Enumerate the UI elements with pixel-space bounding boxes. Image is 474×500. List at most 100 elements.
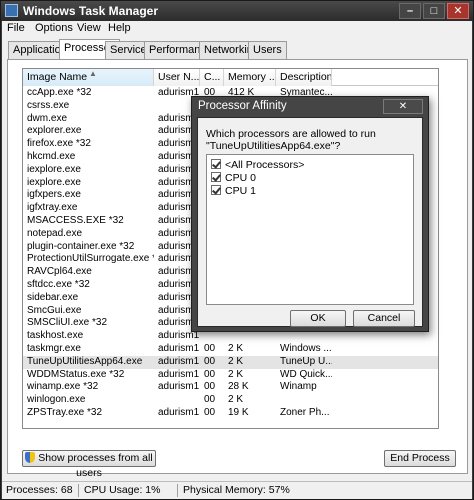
checkbox-checked-icon (211, 159, 221, 169)
process-cpu: 00 (204, 343, 216, 354)
column-image-name[interactable]: Image Name ▲ (23, 69, 154, 86)
uac-shield-icon (25, 452, 36, 463)
checkbox-checked-icon (211, 185, 221, 195)
process-image-name: igfxpers.exe (27, 189, 81, 201)
minimize-button[interactable]: – (399, 3, 421, 19)
process-image-name: SmcGui.exe (27, 304, 82, 316)
process-image-name: iexplore.exe (27, 163, 81, 175)
process-image-name: TuneUpUtilitiesApp64.exe (27, 355, 143, 367)
process-memory: 2 K (228, 355, 244, 367)
process-image-name: igfxtray.exe (27, 202, 78, 214)
process-image-name: explorer.exe (27, 125, 82, 137)
menu-bar: File Options View Help (2, 21, 472, 36)
process-image-name: RAVCpl64.exe (27, 266, 92, 278)
table-row[interactable]: winlogon.exe 00 2 K (23, 394, 438, 407)
task-manager-icon (5, 4, 18, 17)
dialog-title: Processor Affinity (198, 100, 287, 112)
column-memory[interactable]: Memory ... (224, 69, 276, 86)
process-cpu: 00 (204, 407, 216, 418)
checkbox-label: CPU 1 (225, 185, 256, 197)
show-all-processes-button[interactable]: Show processes from all users (22, 450, 156, 479)
status-bar: Processes: 68 CPU Usage: 1% Physical Mem… (2, 481, 472, 499)
process-image-name: csrss.exe (27, 99, 70, 111)
process-image-name: MSACCESS.EXE *32 (27, 215, 124, 226)
checkbox-label: <All Processors> (225, 159, 305, 171)
process-image-name: ccApp.exe *32 (27, 87, 92, 98)
process-image-name: dwm.exe (27, 112, 68, 124)
process-user-name: adurism1 (158, 343, 200, 354)
process-description: Winamp (280, 381, 317, 393)
process-image-name: taskhost.exe (27, 330, 84, 342)
column-user-name[interactable]: User N... (154, 69, 200, 86)
dialog-prompt: Which processors are allowed to run "Tun… (206, 128, 376, 152)
column-description[interactable]: Description (276, 69, 332, 86)
checkbox-checked-icon (211, 172, 221, 182)
checkbox-cpu-0[interactable]: CPU 0 (211, 172, 256, 184)
table-row[interactable]: taskmgr.exe adurism1 00 2 K Windows ... (23, 343, 438, 356)
process-user-name: adurism1 (158, 381, 200, 393)
processor-affinity-dialog: Processor Affinity ✕ Which processors ar… (191, 96, 429, 332)
checkbox-cpu-1[interactable]: CPU 1 (211, 185, 256, 197)
process-image-name: winamp.exe *32 (27, 381, 99, 393)
window-title: Windows Task Manager (23, 4, 159, 18)
status-cpu-usage: CPU Usage: 1% (84, 484, 161, 496)
sort-ascending-icon: ▲ (89, 69, 97, 78)
menu-view[interactable]: View (77, 22, 101, 34)
process-image-name: ZPSTray.exe *32 (27, 407, 103, 418)
process-image-name: sftdcc.exe *32 (27, 279, 90, 290)
status-separator (78, 484, 79, 497)
process-user-name: adurism1 (158, 355, 200, 367)
process-image-name: plugin-container.exe *32 (27, 240, 135, 252)
process-image-name: firefox.exe *32 (27, 138, 91, 150)
process-description: Windows ... (280, 343, 332, 354)
title-bar[interactable]: Windows Task Manager – □ ✕ (1, 1, 473, 21)
processor-checkbox-list: <All Processors> CPU 0 CPU 1 (206, 154, 414, 305)
table-row[interactable]: winamp.exe *32 adurism1 00 28 K Winamp (23, 381, 438, 394)
column-cpu[interactable]: C... (200, 69, 224, 86)
menu-file[interactable]: File (7, 22, 25, 34)
table-row[interactable]: WDDMStatus.exe *32 adurism1 00 2 K WD Quick.… (23, 369, 438, 382)
process-memory: 19 K (228, 407, 249, 418)
process-image-name: sidebar.exe (27, 291, 79, 303)
close-button[interactable]: ✕ (447, 3, 469, 19)
menu-options[interactable]: Options (35, 22, 73, 34)
status-separator (177, 484, 178, 497)
table-row[interactable]: TuneUpUtilitiesApp64.exe adurism1 00 2 K Tun… (23, 355, 438, 369)
process-description (276, 330, 332, 343)
menu-help[interactable]: Help (108, 22, 131, 34)
task-manager-window: Windows Task Manager – □ ✕ File Options … (0, 0, 474, 500)
process-cpu: 00 (204, 381, 216, 393)
status-physical-memory: Physical Memory: 57% (183, 484, 290, 496)
table-row[interactable]: ZPSTray.exe *32 adurism1 00 19 K Zoner Ph... (23, 407, 438, 420)
process-image-name: SMSCliUI.exe *32 (27, 317, 108, 329)
dialog-close-button[interactable]: ✕ (383, 99, 423, 114)
end-process-button[interactable]: End Process (384, 450, 456, 467)
ok-button[interactable]: OK (290, 310, 346, 327)
process-image-name: winlogon.exe (27, 394, 86, 406)
process-cpu: 00 (204, 394, 216, 406)
cancel-button[interactable]: Cancel (353, 310, 415, 327)
process-user-name (154, 394, 200, 407)
process-image-name: WDDMStatus.exe *32 (27, 368, 125, 380)
table-row[interactable]: taskhost.exe adurism1 (23, 330, 438, 343)
process-memory: 2 K (228, 368, 244, 380)
maximize-button[interactable]: □ (423, 3, 445, 19)
process-image-name: hkcmd.exe (27, 151, 76, 162)
checkbox-all-processors[interactable]: <All Processors> (211, 159, 304, 171)
process-memory: 28 K (228, 381, 249, 393)
process-cpu: 00 (204, 368, 216, 380)
process-description: Zoner Ph... (280, 407, 330, 418)
checkbox-label: CPU 0 (225, 172, 256, 184)
process-user-name: adurism1 (158, 330, 200, 342)
process-description: WD Quick... (280, 368, 332, 380)
process-user-name: adurism1 (158, 368, 200, 380)
tab-users[interactable]: Users (248, 41, 287, 59)
process-description (276, 394, 332, 407)
process-memory (224, 330, 276, 343)
column-header-row: Image Name ▲ User N... C... Memory ... D… (23, 69, 438, 86)
process-image-name: ProtectionUtilSurrogate.exe *32 (27, 253, 154, 265)
process-cpu (200, 330, 224, 343)
process-user-name: adurism1 (158, 407, 200, 418)
process-image-name: iexplore.exe (27, 176, 81, 188)
process-description: TuneUp U... (280, 355, 332, 367)
